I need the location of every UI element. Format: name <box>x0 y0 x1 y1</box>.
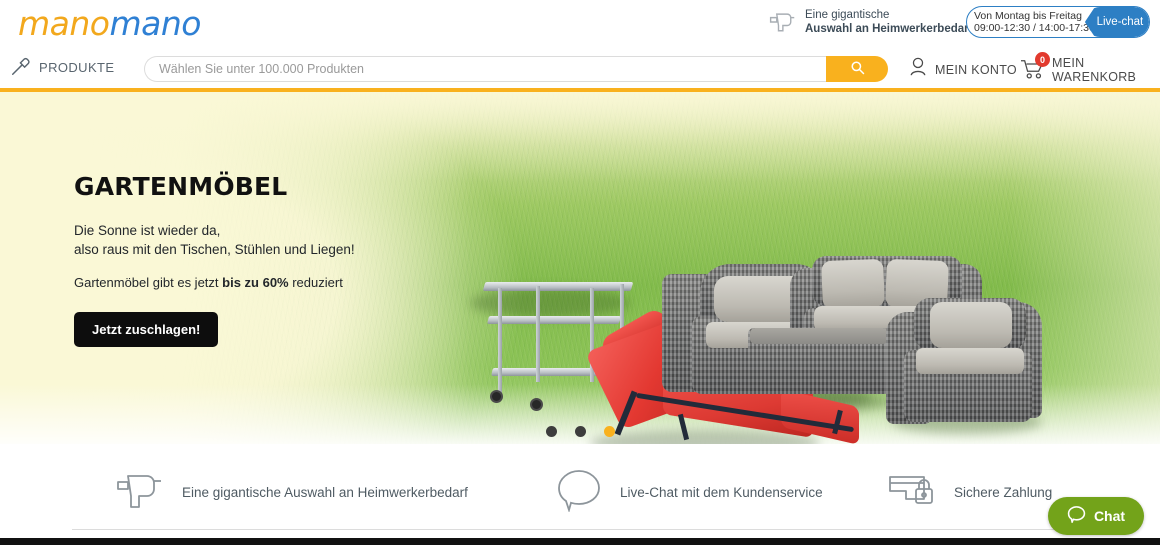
chat-button-label: Chat <box>1093 508 1126 524</box>
search-icon <box>850 60 865 78</box>
nav-produkte-label: PRODUKTE <box>39 59 115 75</box>
carousel-dot-2[interactable] <box>574 426 586 437</box>
site-logo[interactable]: manomano <box>18 2 248 46</box>
wicker-armchair-right <box>886 294 1046 426</box>
trust-bar: Eine gigantische Auswahl an Heimwerkerbe… <box>0 455 1160 530</box>
hero-subtitle-line2: also raus mit den Tischen, Stühlen und L… <box>74 242 355 257</box>
chat-floating-button[interactable]: Chat <box>1048 497 1144 535</box>
livechat-button[interactable]: Live-chat <box>1084 7 1149 37</box>
hero-title: GARTENMÖBEL <box>74 172 288 201</box>
hero-promo-highlight: bis zu 60% <box>222 275 289 290</box>
header-usp-line1: Eine gigantische <box>805 9 890 21</box>
hero-subtitle-line1: Die Sonne ist wieder da, <box>74 223 221 238</box>
cart-label: MEIN WARENKORB <box>1052 56 1137 84</box>
hero-promo: Gartenmöbel gibt es jetzt bis zu 60% red… <box>74 275 474 290</box>
header-usp-text: Eine gigantische Auswahl an Heimwerkerbe… <box>805 8 972 36</box>
cart-icon: 0 <box>1020 52 1050 82</box>
main-navbar: PRODUKTE MEIN KONTO <box>0 48 1160 90</box>
account-label: MEIN KONTO <box>935 62 1017 77</box>
carousel-dots <box>0 426 1160 437</box>
cart-link[interactable]: 0 MEIN WARENKORB <box>1020 52 1160 84</box>
carousel-dot-1[interactable] <box>545 426 557 437</box>
bottom-black-bar <box>0 538 1160 545</box>
account-link[interactable]: MEIN KONTO <box>908 56 1017 83</box>
cart-badge: 0 <box>1035 52 1050 67</box>
nav-item-produkte[interactable]: PRODUKTE <box>10 57 114 77</box>
header-usp: Eine gigantische Auswahl an Heimwerkerbe… <box>768 8 972 36</box>
logo-text-part1: mano <box>18 4 110 43</box>
drill-icon <box>116 470 164 515</box>
speech-bubble-icon <box>1067 505 1086 528</box>
hero-top-fade <box>0 92 1160 182</box>
person-icon <box>908 56 928 83</box>
footer-divider <box>72 529 1096 530</box>
logo-text-part2: mano <box>109 4 201 43</box>
hero-promo-prefix: Gartenmöbel gibt es jetzt <box>74 275 223 290</box>
trust-label-livechat: Live-Chat mit dem Kundenservice <box>620 485 823 500</box>
trust-label-payment: Sichere Zahlung <box>954 485 1053 500</box>
hero-promo-suffix: reduziert <box>288 275 343 290</box>
hero-copy: GARTENMÖBEL Die Sonne ist wieder da, als… <box>74 172 474 347</box>
livechat-days: Von Montag bis Freitag <box>974 9 1082 22</box>
trust-item-payment: Sichere Zahlung <box>888 471 1052 514</box>
hammer-icon <box>10 57 30 77</box>
page-root: manomano Eine gigantische Auswahl an Hei… <box>0 0 1160 545</box>
trust-item-livechat: Live-Chat mit dem Kundenservice <box>556 468 823 517</box>
header-usp-line2: Auswahl an Heimwerkerbedarf <box>805 23 973 35</box>
search-bar <box>144 56 888 82</box>
drill-icon <box>768 10 796 34</box>
hero-cta-button[interactable]: Jetzt zuschlagen! <box>74 312 219 347</box>
hero-carousel-slide[interactable]: GARTENMÖBEL Die Sonne ist wieder da, als… <box>0 92 1160 444</box>
search-input[interactable] <box>144 56 826 82</box>
credit-card-lock-icon <box>888 471 936 514</box>
hero-subtitle: Die Sonne ist wieder da, also raus mit d… <box>74 221 474 259</box>
livechat-widget[interactable]: Von Montag bis Freitag 09:00-12:30 / 14:… <box>966 6 1150 38</box>
wicker-coffee-table <box>748 328 890 394</box>
trust-item-selection: Eine gigantische Auswahl an Heimwerkerbe… <box>116 470 468 515</box>
livechat-time-range: 09:00-12:30 / 14:00-17:30 <box>974 22 1095 34</box>
speech-bubble-icon <box>556 468 602 517</box>
trust-label-selection: Eine gigantische Auswahl an Heimwerkerbe… <box>182 485 468 500</box>
livechat-hours: Von Montag bis Freitag 09:00-12:30 / 14:… <box>967 7 1095 37</box>
carousel-dot-3[interactable] <box>603 426 615 437</box>
top-header: manomano Eine gigantische Auswahl an Hei… <box>0 0 1160 48</box>
search-button[interactable] <box>826 56 888 82</box>
